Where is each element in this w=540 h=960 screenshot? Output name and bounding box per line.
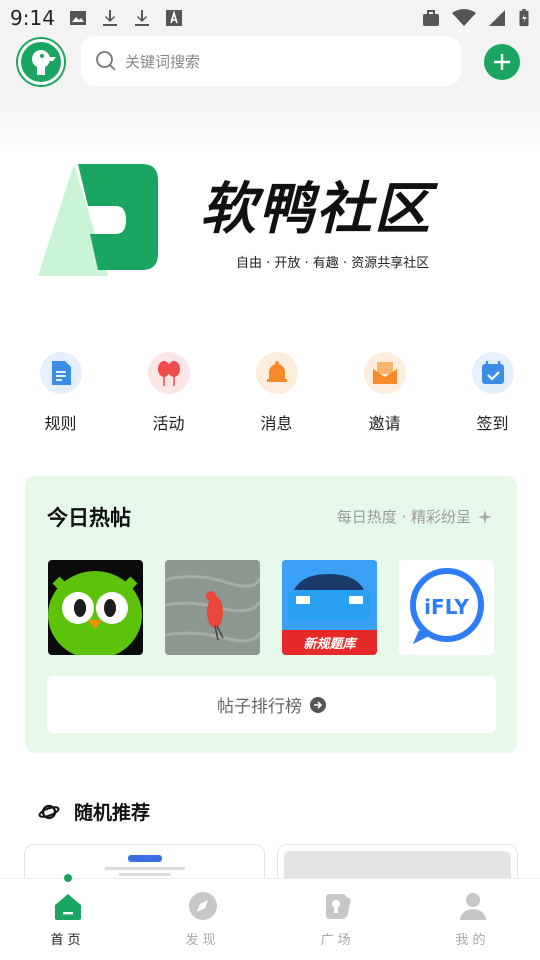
quick-nav-checkin[interactable]: 签到 — [445, 352, 540, 442]
hot-post-thumb-bird[interactable] — [165, 560, 260, 655]
tab-label: 我的 — [455, 933, 490, 948]
envelope-icon — [363, 352, 406, 394]
quick-nav-rules[interactable]: 规则 — [13, 352, 108, 442]
user-icon — [459, 893, 486, 920]
active-dot — [63, 874, 72, 882]
plus-icon — [494, 54, 510, 70]
brand-subtitle: 自由 · 开放 · 有趣 · 资源共享社区 — [236, 256, 430, 271]
download-icon — [134, 10, 149, 26]
bottom-nav: 首页 发现 广场 我的 — [0, 874, 540, 960]
tab-home[interactable]: 首页 — [0, 874, 135, 960]
quick-nav-label: 邀请 — [368, 414, 401, 433]
top-header: 关键词搜索 — [0, 36, 540, 112]
tab-square[interactable]: 广场 — [270, 879, 405, 960]
post-ranking-button[interactable]: 帖子排行榜 — [47, 676, 496, 733]
add-post-button[interactable] — [484, 44, 520, 80]
hot-posts-subtitle-text: 每日热度 · 精彩纷呈 — [336, 508, 471, 526]
random-recommend-title: 随机推荐 — [74, 802, 151, 824]
status-time: 9:14 — [10, 6, 55, 30]
ifly-caption: iFLY — [424, 595, 469, 619]
card-preview-badge — [128, 855, 162, 862]
tab-label: 发现 — [185, 933, 220, 948]
duck-icon — [32, 50, 56, 75]
card-preview-line — [105, 867, 185, 870]
random-recommend-header: 随机推荐 — [38, 798, 150, 825]
document-icon — [39, 352, 82, 394]
quick-nav-invite[interactable]: 邀请 — [337, 352, 432, 442]
status-bar: 9:14 — [0, 0, 540, 36]
briefcase-icon — [423, 10, 439, 26]
brand-banner: 软鸭社区 自由 · 开放 · 有趣 · 资源共享社区 — [0, 112, 540, 322]
sparkle-icon — [478, 509, 492, 524]
balloons-icon — [147, 352, 190, 394]
card-preview-line — [119, 873, 171, 876]
hot-posts-card: 今日热帖 每日热度 · 精彩纷呈 新规题库 iFLY 帖子排行榜 — [25, 476, 517, 753]
tab-discover[interactable]: 发现 — [135, 879, 270, 960]
hot-posts-subtitle: 每日热度 · 精彩纷呈 — [337, 506, 493, 527]
signal-icon — [489, 10, 505, 26]
app-logo[interactable] — [18, 39, 64, 85]
battery-icon — [519, 9, 529, 27]
quick-nav-messages[interactable]: 消息 — [229, 352, 324, 442]
hot-post-thumb-ifly[interactable]: iFLY — [399, 560, 494, 655]
hot-post-thumb-duolingo[interactable] — [48, 560, 143, 655]
wifi-icon — [452, 9, 476, 26]
quick-nav-label: 消息 — [260, 414, 293, 433]
tab-label: 广场 — [320, 933, 355, 948]
planet-icon — [38, 804, 60, 819]
arrow-right-circle-icon — [310, 696, 326, 713]
quick-nav: 规则 活动 消息 邀请 签到 — [0, 352, 540, 442]
hot-posts-thumbnails: 新规题库 iFLY — [48, 560, 494, 655]
download-icon — [102, 10, 117, 26]
bell-icon — [255, 352, 298, 394]
post-ranking-label: 帖子排行榜 — [217, 697, 302, 717]
car-quiz-caption: 新规题库 — [303, 637, 356, 652]
brand-title: 软鸭社区 — [200, 177, 432, 242]
image-icon — [69, 11, 86, 25]
calendar-check-icon — [471, 352, 514, 394]
tab-label: 首页 — [50, 933, 85, 948]
search-bar[interactable]: 关键词搜索 — [81, 36, 461, 86]
search-input[interactable]: 关键词搜索 — [125, 51, 200, 72]
tab-me[interactable]: 我的 — [405, 879, 540, 960]
hot-post-thumb-car-quiz[interactable]: 新规题库 — [282, 560, 377, 655]
hot-posts-title: 今日热帖 — [47, 506, 131, 530]
home-icon — [54, 894, 81, 920]
bird-photo-icon — [165, 560, 260, 655]
square-icon — [325, 894, 351, 919]
quick-nav-label: 规则 — [44, 414, 77, 433]
quick-nav-label: 活动 — [152, 414, 185, 433]
search-icon — [96, 51, 116, 71]
quick-nav-label: 签到 — [476, 414, 509, 433]
font-icon — [165, 10, 182, 26]
compass-icon — [188, 892, 217, 920]
owl-icon — [48, 571, 142, 655]
quick-nav-activity[interactable]: 活动 — [121, 352, 216, 442]
brand-logo-icon — [38, 164, 158, 276]
